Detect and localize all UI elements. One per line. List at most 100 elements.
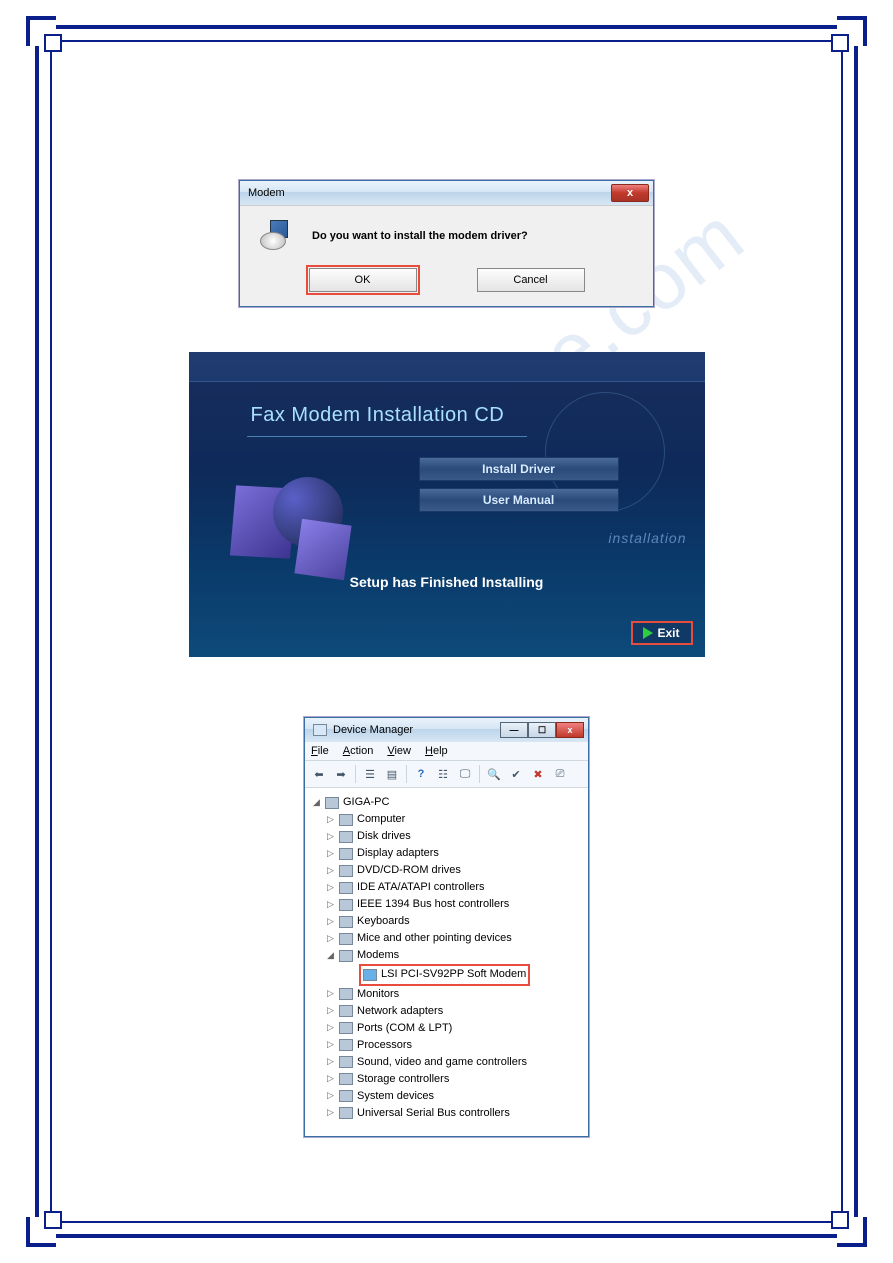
device-icon (363, 969, 377, 981)
tree-row[interactable]: ▷ Storage controllers (313, 1071, 584, 1088)
list-view-icon[interactable]: ▤ (382, 764, 402, 784)
decor-line (247, 436, 527, 437)
tree-row[interactable]: ▷ IEEE 1394 Bus host controllers (313, 896, 584, 913)
device-label: Display adapters (357, 845, 439, 862)
tree-view-icon[interactable]: ☰ (360, 764, 380, 784)
minimize-button[interactable]: — (500, 722, 528, 738)
device-icon (339, 831, 353, 843)
install-driver-button[interactable]: Install Driver (419, 457, 619, 481)
device-label: Mice and other pointing devices (357, 930, 512, 947)
highlighted-device[interactable]: LSI PCI-SV92PP Soft Modem (359, 964, 530, 985)
expand-arrow-icon[interactable]: ▷ (327, 1021, 335, 1035)
device-icon (339, 814, 353, 826)
expand-arrow-icon[interactable]: ▷ (327, 847, 335, 861)
tree-row[interactable]: ▷ Display adapters (313, 845, 584, 862)
enable-icon[interactable]: ✔ (506, 764, 526, 784)
device-label: Modems (357, 947, 399, 964)
expand-arrow-icon[interactable]: ◢ (313, 796, 321, 810)
menu-help[interactable]: Help (425, 745, 448, 757)
app-icon (313, 724, 327, 736)
ok-button[interactable]: OK (309, 268, 417, 292)
tree-row[interactable]: ▷ IDE ATA/ATAPI controllers (313, 879, 584, 896)
menu-file[interactable]: File (311, 745, 329, 757)
exit-button[interactable]: Exit (631, 621, 693, 645)
user-manual-button[interactable]: User Manual (419, 488, 619, 512)
menu-action[interactable]: Action (343, 745, 374, 757)
device-label: Sound, video and game controllers (357, 1054, 527, 1071)
device-icon (339, 1056, 353, 1068)
forward-arrow-icon[interactable]: ➡ (331, 764, 351, 784)
device-icon (339, 933, 353, 945)
expand-arrow-icon[interactable]: ▷ (327, 987, 335, 1001)
expand-arrow-icon[interactable]: ▷ (327, 830, 335, 844)
expand-arrow-icon[interactable]: ▷ (327, 1004, 335, 1018)
expand-arrow-icon[interactable]: ▷ (327, 915, 335, 929)
tree-row[interactable]: ▷Ports (COM & LPT) (313, 1020, 584, 1037)
device-label: IDE ATA/ATAPI controllers (357, 879, 485, 896)
tree-row[interactable]: ▷System devices (313, 1088, 584, 1105)
device-icon (339, 1090, 353, 1102)
uninstall-icon[interactable]: ⎚ (550, 764, 570, 784)
device-icon (339, 988, 353, 1000)
close-button[interactable]: x (611, 184, 649, 202)
expand-arrow-icon[interactable]: ▷ (327, 1089, 335, 1103)
tree-row[interactable]: ▷ Processors (313, 1037, 584, 1054)
device-icon (339, 848, 353, 860)
monitor-icon[interactable]: 🖵 (455, 764, 475, 784)
expand-arrow-icon[interactable]: ▷ (327, 1106, 335, 1120)
expand-arrow-icon[interactable]: ▷ (327, 881, 335, 895)
help-icon[interactable]: ? (411, 764, 431, 784)
modem-dialog-titlebar[interactable]: Modem x (240, 181, 653, 205)
expand-arrow-icon[interactable]: ▷ (327, 1072, 335, 1086)
installer-status: Setup has Finished Installing (189, 574, 705, 590)
device-label: Monitors (357, 986, 399, 1003)
play-icon (643, 627, 653, 639)
tree-row[interactable]: ▷Universal Serial Bus controllers (313, 1105, 584, 1122)
device-label: Keyboards (357, 913, 410, 930)
device-icon (339, 1005, 353, 1017)
expand-arrow-icon[interactable]: ▷ (327, 813, 335, 827)
properties-icon[interactable]: ☷ (433, 764, 453, 784)
tree-row[interactable]: ▷ Sound, video and game controllers (313, 1054, 584, 1071)
tree-row[interactable]: ▷DVD/CD-ROM drives (313, 862, 584, 879)
device-tree: ◢GIGA-PC▷Computer▷Disk drives▷Display ad… (305, 788, 588, 1136)
modem-dialog-body: Do you want to install the modem driver?… (240, 205, 653, 306)
device-label: LSI PCI-SV92PP Soft Modem (381, 966, 526, 983)
expand-arrow-icon[interactable]: ▷ (327, 1055, 335, 1069)
tree-row[interactable]: ▷ Network adapters (313, 1003, 584, 1020)
device-icon (339, 950, 353, 962)
device-manager-titlebar[interactable]: Device Manager — ☐ x (305, 718, 588, 742)
disable-icon[interactable]: ✖ (528, 764, 548, 784)
toolbar: ⬅ ➡ ☰ ▤ ? ☷ 🖵 🔍 ✔ ✖ ⎚ (305, 761, 588, 788)
scan-hardware-icon[interactable]: 🔍 (484, 764, 504, 784)
installer-icon (256, 218, 292, 254)
back-arrow-icon[interactable]: ⬅ (309, 764, 329, 784)
expand-arrow-icon[interactable]: ▷ (327, 898, 335, 912)
expand-arrow-icon[interactable]: ▷ (327, 1038, 335, 1052)
tree-row[interactable]: ◢ Modems (313, 947, 584, 964)
device-icon (339, 1022, 353, 1034)
tree-row[interactable]: ▷ Monitors (313, 986, 584, 1003)
tree-row[interactable]: ▷ Keyboards (313, 913, 584, 930)
tree-row[interactable]: ▷Disk drives (313, 828, 584, 845)
maximize-button[interactable]: ☐ (528, 722, 556, 738)
device-label: IEEE 1394 Bus host controllers (357, 896, 509, 913)
device-label: Processors (357, 1037, 412, 1054)
menu-view[interactable]: View (387, 745, 411, 757)
close-button[interactable]: x (556, 722, 584, 738)
installer-graphic (233, 457, 363, 577)
device-icon (339, 1039, 353, 1051)
device-icon (339, 1073, 353, 1085)
device-label: GIGA-PC (343, 794, 389, 811)
tree-row[interactable]: ▷ Mice and other pointing devices (313, 930, 584, 947)
expand-arrow-icon[interactable]: ▷ (327, 864, 335, 878)
tree-row[interactable]: ◢ GIGA-PC (313, 794, 584, 811)
tree-row[interactable]: LSI PCI-SV92PP Soft Modem (313, 964, 584, 985)
expand-arrow-icon[interactable]: ◢ (327, 949, 335, 963)
device-label: Storage controllers (357, 1071, 449, 1088)
cancel-button[interactable]: Cancel (477, 268, 585, 292)
tree-row[interactable]: ▷Computer (313, 811, 584, 828)
installer-side-text: installation (608, 530, 686, 546)
expand-arrow-icon[interactable]: ▷ (327, 932, 335, 946)
device-label: Network adapters (357, 1003, 443, 1020)
